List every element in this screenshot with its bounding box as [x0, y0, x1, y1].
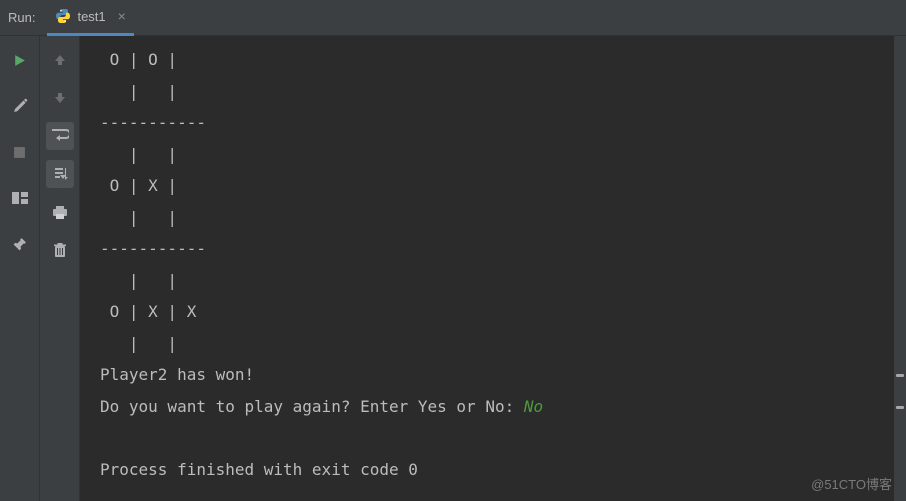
clear-all-button[interactable]	[46, 236, 74, 264]
up-button[interactable]	[46, 46, 74, 74]
output-line: -----------	[100, 113, 206, 132]
output-line: | |	[100, 271, 177, 290]
output-line: | |	[100, 82, 177, 101]
output-line: Player2 has won!	[100, 365, 254, 384]
python-file-icon	[55, 8, 71, 24]
close-icon[interactable]: ×	[118, 9, 126, 23]
pin-button[interactable]	[6, 230, 34, 258]
output-line: O | O |	[100, 50, 177, 69]
down-button[interactable]	[46, 84, 74, 112]
run-gutter-primary	[0, 36, 40, 501]
output-line: O | X |	[100, 176, 177, 195]
stop-button[interactable]	[6, 138, 34, 166]
exit-line: Process finished with exit code 0	[100, 460, 418, 479]
output-line: | |	[100, 145, 177, 164]
print-button[interactable]	[46, 198, 74, 226]
scroll-to-end-button[interactable]	[46, 160, 74, 188]
edit-config-button[interactable]	[6, 92, 34, 120]
rerun-button[interactable]	[6, 46, 34, 74]
watermark: @51CTO博客	[811, 474, 892, 493]
run-gutter-secondary	[40, 36, 80, 501]
output-line: | |	[100, 208, 177, 227]
run-label: Run:	[8, 10, 35, 25]
run-tab-bar: Run: test1 ×	[0, 0, 906, 36]
output-line: -----------	[100, 239, 206, 258]
scroll-marker-gutter	[894, 36, 906, 501]
console-output[interactable]: O | O | | | ----------- | | O | X | | | …	[80, 36, 906, 501]
output-line: O | X | X	[100, 302, 196, 321]
prompt-text: Do you want to play again? Enter Yes or …	[100, 397, 524, 416]
output-line: | |	[100, 334, 177, 353]
soft-wrap-button[interactable]	[46, 122, 74, 150]
layout-button[interactable]	[6, 184, 34, 212]
user-input: No	[524, 397, 543, 416]
tab-title: test1	[77, 9, 105, 24]
tab-test1[interactable]: test1 ×	[47, 0, 133, 36]
